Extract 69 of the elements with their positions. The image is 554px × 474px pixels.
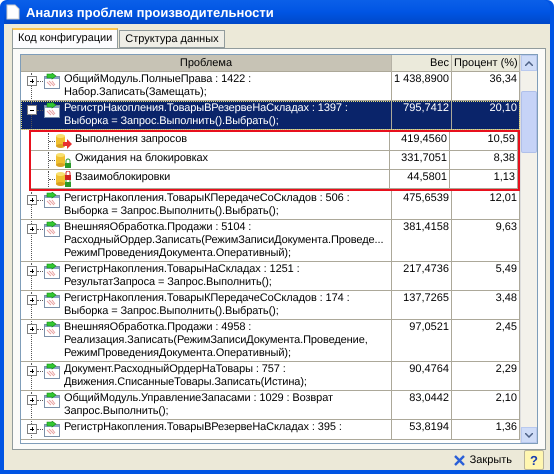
weight-cell: 381,4158 [392, 220, 452, 261]
weight-cell: 137,7265 [392, 291, 452, 319]
document-icon [6, 4, 20, 20]
close-button[interactable]: Закрыть [450, 452, 516, 468]
expand-icon[interactable] [27, 224, 37, 234]
weight-cell: 419,4560 [390, 132, 450, 150]
tree-row[interactable]: ОбщийМодуль.УправлениеЗапасами : 1029 : Возврат Запрос.Выполнить(); 83,0442 2,10 [21, 391, 520, 420]
database-lock-icon [55, 152, 72, 168]
weight-cell: 53,8194 [392, 420, 452, 439]
expand-icon[interactable] [27, 266, 37, 276]
close-icon [454, 454, 465, 466]
percent-cell: 10,59 [450, 132, 518, 150]
expand-icon[interactable] [27, 295, 37, 305]
help-button[interactable]: ? [524, 450, 544, 470]
percent-cell: 8,38 [450, 151, 518, 169]
weight-cell: 331,7051 [390, 151, 450, 169]
tree-row[interactable]: Документ.РасходныйОрдерНаТовары : 757 : Движения.СписанныеТовары.Записать(Истина); 90,4764 2,29 [21, 362, 520, 391]
scrollbar[interactable] [520, 55, 537, 443]
tree-row[interactable]: ОбщийМодуль.ПолныеПрава : 1422 : Набор.Записать(Замещать); 1 438,8900 36,34 [21, 72, 520, 101]
column-header[interactable]: Процент (%) [452, 55, 520, 72]
scroll-up-icon[interactable] [525, 60, 533, 66]
expand-icon[interactable] [27, 395, 37, 405]
weight-cell: 83,0442 [392, 391, 452, 419]
tab[interactable]: Код конфигурации [12, 28, 118, 48]
tree-row[interactable]: ВнешняяОбработка.Продажи : 4958 : Реализация.Записать(РежимЗаписиДокумента.Проведение, РежимПроведенияДокумента.Оперативный); 97,0521 2,45 [21, 320, 520, 362]
problem-text: РегистрНакопления.ТоварыКПередачеСоСкладов : 174 : Выборка = Запрос.Выполнить().Выбрать(); [63, 292, 350, 318]
tree-row[interactable]: РегистрНакопления.ТоварыКПередачеСоСкладов : 506 : Выборка = Запрос.Выполнить().Выбрать(); 475,6539 12,01 [21, 191, 520, 220]
problem-text: РегистрНакопления.ТоварыКПередачеСоСкладов : 506 : Выборка = Запрос.Выполнить().Выбрать(); [63, 192, 350, 218]
weight-cell: 90,4764 [392, 362, 452, 390]
problem-text: РегистрНакопления.ТоварыВРезервеНаСкладах : 1397 : Выборка = Запрос.Выполнить().Выбрать(); [63, 102, 348, 128]
problem-text: ВнешняяОбработка.Продажи : 4958 : Реализация.Записать(РежимЗаписиДокумента.Проведение, РежимПроведенияДокумента.Оперативный); [63, 321, 368, 360]
weight-cell: 475,6539 [392, 191, 452, 219]
problem-text: Ожидания на блокировках [75, 152, 208, 165]
scroll-thumb[interactable] [521, 91, 537, 153]
child-row[interactable]: Выполнения запросов 419,4560 10,59 [31, 132, 518, 151]
column-header[interactable]: Проблема [21, 55, 392, 72]
database-locks-icon [55, 171, 72, 187]
expand-icon[interactable] [27, 324, 37, 334]
expand-icon[interactable] [27, 366, 37, 376]
problem-text: Документ.РасходныйОрдерНаТовары : 757 : Движения.СписанныеТовары.Записать(Истина); [63, 363, 307, 389]
percent-cell: 1,13 [450, 170, 518, 188]
weight-cell: 44,5801 [390, 170, 450, 188]
expand-icon[interactable] [27, 424, 37, 434]
problem-text: Взаимоблокировки [75, 171, 170, 184]
column-header[interactable]: Вес [392, 55, 452, 72]
expand-icon[interactable] [27, 76, 37, 86]
collapse-icon[interactable] [27, 105, 37, 115]
problem-text: Выполнения запросов [75, 133, 187, 146]
weight-cell: 795,7412 [392, 101, 452, 129]
tree-row[interactable]: РегистрНакопления.ТоварыНаСкладах : 1251 : РезультатЗапроса = Запрос.Выполнить(); 217,4736 5,49 [21, 262, 520, 291]
child-row[interactable]: Взаимоблокировки 44,5801 1,13 [31, 170, 518, 189]
database-arrow-icon [55, 133, 72, 149]
problem-text: РегистрНакопления.ТоварыВРезервеНаСкладах : 395 : [63, 421, 342, 434]
tree-row[interactable]: РегистрНакопления.ТоварыКПередачеСоСкладов : 174 : Выборка = Запрос.Выполнить().Выбрать(); 137,7265 3,48 [21, 291, 520, 320]
tab[interactable]: Структура данных [119, 30, 225, 48]
tree-row[interactable]: ВнешняяОбработка.Продажи : 5104 : РасходныйОрдер.Записать(РежимЗаписиДокумента.Проведе... РежимПроведенияДокумента.Оперативный); 381,4158 9,63 [21, 220, 520, 262]
weight-cell: 97,0521 [392, 320, 452, 361]
expand-icon[interactable] [27, 195, 37, 205]
problem-text: ОбщийМодуль.ПолныеПрава : 1422 : Набор.Записать(Замещать); [63, 73, 252, 99]
tree-row[interactable]: РегистрНакопления.ТоварыВРезервеНаСкладах : 1397 : Выборка = Запрос.Выполнить().Выбрать(); 795,7412 20,10 [21, 101, 520, 130]
weight-cell: 217,4736 [392, 262, 452, 290]
problem-text: ВнешняяОбработка.Продажи : 5104 : РасходныйОрдер.Записать(РежимЗаписиДокумента.Проведе... РежимПроведенияДокумента.Оперативный); [63, 221, 384, 260]
weight-cell: 1 438,8900 [392, 72, 452, 100]
problem-text: ОбщийМодуль.УправлениеЗапасами : 1029 : Возврат Запрос.Выполнить(); [63, 392, 333, 418]
tree-row[interactable]: РегистрНакопления.ТоварыВРезервеНаСкладах : 395 : 53,8194 1,36 [21, 420, 520, 440]
window-title: Анализ проблем производительности [26, 4, 274, 20]
problem-text: РегистрНакопления.ТоварыНаСкладах : 1251 : РезультатЗапроса = Запрос.Выполнить(); [63, 263, 300, 289]
scroll-down-icon[interactable] [525, 432, 533, 438]
child-row[interactable]: Ожидания на блокировках 331,7051 8,38 [31, 151, 518, 170]
